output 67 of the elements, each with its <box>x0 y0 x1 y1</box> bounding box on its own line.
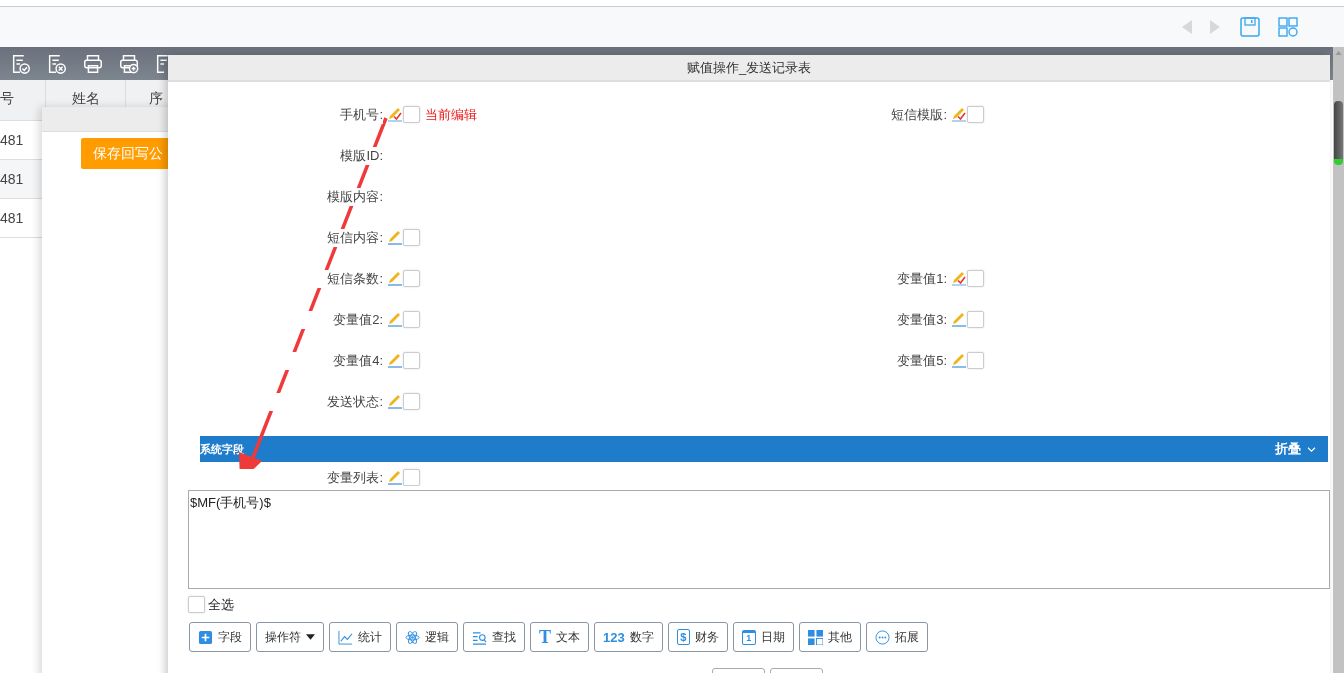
grid-icon <box>807 629 823 645</box>
scrollbar[interactable] <box>1333 47 1344 673</box>
tool-button[interactable]: 逻辑 <box>396 622 458 652</box>
dollar-icon: $ <box>676 629 690 645</box>
checkbox[interactable] <box>403 352 420 369</box>
checkbox[interactable] <box>967 311 984 328</box>
tool-button[interactable]: 其他 <box>798 622 861 652</box>
scroll-thumb[interactable] <box>1334 101 1343 165</box>
checkbox[interactable] <box>967 270 984 287</box>
approve-document-icon[interactable] <box>10 52 32 75</box>
table-cell: 481 <box>0 132 24 148</box>
section-header[interactable]: 系统字段 折叠 <box>200 436 1328 462</box>
checkbox[interactable] <box>188 596 205 613</box>
table-cell: 481 <box>0 171 24 187</box>
select-all-label: 全选 <box>208 595 234 614</box>
tool-button[interactable]: $ 财务 <box>667 622 728 652</box>
operator-dropdown[interactable]: 操作符 <box>256 622 324 652</box>
checkbox[interactable] <box>967 106 984 123</box>
checkbox[interactable] <box>403 270 420 287</box>
line-chart-icon <box>338 629 353 645</box>
table-cell: 481 <box>0 210 24 226</box>
atom-icon <box>405 629 420 645</box>
search-icon <box>472 629 487 645</box>
pencil-icon[interactable] <box>951 311 967 327</box>
section-title: 系统字段 <box>200 441 245 457</box>
add-printer-icon[interactable] <box>118 52 140 75</box>
tool-button[interactable]: 查找 <box>463 622 525 652</box>
number-icon: 123 <box>603 629 625 645</box>
more-icon <box>874 629 890 645</box>
caret-icon <box>306 634 315 640</box>
next-icon[interactable] <box>1208 18 1222 36</box>
dialog-title: 赋值操作_发送记录表 <box>168 55 1330 82</box>
pencil-icon[interactable] <box>387 469 403 485</box>
collapse-toggle[interactable]: 折叠 <box>1275 440 1301 458</box>
tool-button[interactable]: T 文本 <box>530 622 589 652</box>
grid-icon[interactable] <box>1278 17 1298 37</box>
save-icon[interactable] <box>1240 17 1260 37</box>
checkbox[interactable] <box>403 229 420 246</box>
pencil-icon[interactable] <box>387 393 403 409</box>
pencil-icon[interactable] <box>387 352 403 368</box>
formula-field[interactable]: $MF(手机号)$ <box>188 490 1330 589</box>
checkbox[interactable] <box>403 106 420 123</box>
plus-icon <box>198 629 213 645</box>
chevron-icon <box>1307 445 1316 453</box>
scroll-up-icon[interactable] <box>1335 51 1342 55</box>
pencil-icon[interactable] <box>951 352 967 368</box>
previous-icon[interactable] <box>1180 18 1194 36</box>
pencil-icon[interactable] <box>387 229 403 245</box>
checkbox[interactable] <box>403 469 420 486</box>
pencil-icon[interactable] <box>387 106 403 122</box>
checkbox[interactable] <box>403 393 420 410</box>
editing-note: 当前编辑 <box>425 106 477 124</box>
pencil-icon[interactable] <box>951 270 967 286</box>
pencil-icon[interactable] <box>387 311 403 327</box>
tool-button[interactable]: 字段 <box>189 622 251 652</box>
tool-button[interactable]: 1 日期 <box>732 622 794 652</box>
pencil-icon[interactable] <box>951 106 967 122</box>
checkbox[interactable] <box>403 311 420 328</box>
tool-button[interactable]: 统计 <box>329 622 391 652</box>
pencil-icon[interactable] <box>387 270 403 286</box>
tool-button[interactable]: 拓展 <box>865 622 928 652</box>
calendar-icon: 1 <box>741 629 756 645</box>
tool-button[interactable]: 123 数字 <box>594 622 663 652</box>
printer-icon[interactable] <box>82 52 104 75</box>
reject-document-icon[interactable] <box>46 52 68 75</box>
text-icon: T <box>539 626 551 648</box>
checkbox[interactable] <box>967 352 984 369</box>
